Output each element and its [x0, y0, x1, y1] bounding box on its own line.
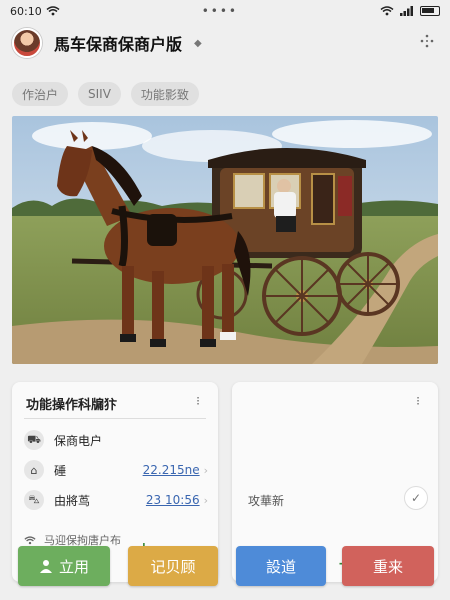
apply-button-label: 立用	[58, 557, 89, 576]
record-button-label: 记贝顾	[150, 557, 196, 576]
chevron-right-icon: ›	[203, 493, 208, 507]
card-more-icon[interactable]: ⁝	[416, 394, 420, 408]
list-item-3[interactable]: ⛍ 由將茑 23 10:56 ›	[24, 488, 208, 512]
list-item-1[interactable]: ⛟ 保商电户	[24, 428, 208, 452]
check-icon[interactable]: ✓	[404, 486, 428, 510]
filter-chips: 作治户 SIIV 功能影致	[12, 82, 199, 106]
seat-icon: ⌂	[24, 460, 44, 480]
status-time: 60:10	[10, 4, 42, 18]
apply-button[interactable]: 立用	[18, 546, 110, 586]
reset-button-label: 重来	[372, 557, 403, 576]
avatar[interactable]	[12, 28, 42, 58]
row-label: 由將茑	[54, 493, 91, 508]
horse-carriage-illustration	[12, 116, 438, 364]
wifi-icon	[24, 535, 36, 544]
battery-icon	[419, 6, 440, 16]
row-value[interactable]: 23 10:56	[146, 493, 200, 507]
chip-2[interactable]: SIIV	[78, 82, 121, 106]
hero-image	[12, 116, 438, 364]
reset-button[interactable]: 重来	[342, 546, 434, 586]
record-button[interactable]: 记贝顾	[128, 546, 218, 586]
chip-3[interactable]: 功能影致	[130, 82, 199, 106]
card-divider	[24, 418, 206, 419]
wifi-icon	[380, 6, 394, 16]
status-label: 攻華新	[248, 494, 285, 508]
status-left: 60:10	[10, 5, 60, 18]
status-dots: ••••	[201, 4, 238, 18]
row-value[interactable]: 22.215ne	[143, 463, 200, 477]
diamond-icon[interactable]: ◆	[194, 38, 202, 49]
settings-button-label: 設道	[265, 557, 296, 576]
carriage-icon: ⛟	[24, 430, 44, 450]
card-more-icon[interactable]: ⁝	[196, 394, 200, 408]
app-title: 馬车保商保商户版	[54, 35, 183, 54]
row-label: 硾	[54, 463, 67, 478]
row-label: 保商电户	[54, 433, 103, 448]
status-bar: 60:10 ••••	[0, 0, 450, 22]
signal-icon	[399, 6, 413, 16]
chip-1[interactable]: 作治户	[12, 82, 69, 106]
app-header: 馬车保商保商户版 ◆	[0, 22, 450, 64]
card-title: 功能操作科牖犿	[26, 398, 118, 413]
cart-icon: ⛍	[24, 490, 44, 510]
settings-button[interactable]: 設道	[236, 546, 326, 586]
status-right	[380, 6, 440, 16]
chevron-right-icon: ›	[203, 463, 208, 477]
user-icon	[39, 560, 52, 573]
list-item-2[interactable]: ⌂ 硾 22.215ne ›	[24, 458, 208, 482]
wifi-icon	[46, 6, 60, 16]
menu-icon[interactable]	[420, 34, 434, 48]
